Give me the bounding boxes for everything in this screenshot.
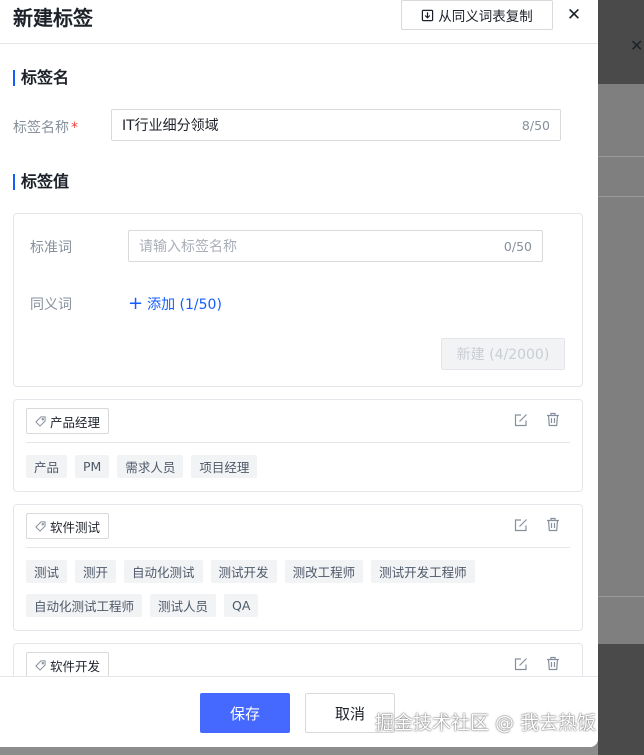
edit-icon[interactable]	[514, 413, 528, 427]
synonym-chip: 测改工程师	[284, 560, 364, 583]
background-divider	[598, 596, 644, 597]
required-mark: *	[71, 120, 78, 136]
tag-name-value: IT行业细分领域	[122, 118, 219, 134]
card-divider	[26, 547, 570, 548]
plus-icon: +	[128, 293, 144, 314]
synonym-chip: 测试开发工程师	[371, 560, 475, 583]
tag-icon	[35, 520, 46, 532]
copy-from-synonyms-button[interactable]: 从同义词表复制	[401, 0, 553, 30]
card-header: 产品经理	[14, 400, 582, 443]
card-divider	[26, 442, 570, 443]
new-tag-drawer: 新建标签 从同义词表复制 ✕ 标签名 标签名称 * IT行业细分领域 8/50 标…	[0, 0, 598, 747]
tag-value-name: 软件开发	[26, 652, 110, 678]
background-divider	[598, 156, 644, 157]
tag-value-name: 产品经理	[26, 408, 110, 434]
synonym-chip: 需求人员	[117, 455, 184, 478]
standard-word-label: 标准词	[30, 240, 72, 256]
drawer-header: 新建标签 从同义词表复制 ✕	[0, 0, 598, 44]
synonym-chip: 测开	[75, 560, 117, 583]
synonym-chip: 测试	[26, 560, 68, 583]
background-panel-content	[598, 84, 644, 644]
close-icon[interactable]: ✕	[566, 5, 582, 25]
tag-value-section-title: 标签值	[13, 174, 69, 190]
background-close-icon: ✕	[630, 36, 644, 55]
card-header: 软件测试	[14, 505, 582, 548]
synonym-chip: PM	[75, 455, 110, 478]
tag-name-section-title: 标签名	[13, 70, 69, 86]
add-synonym-button[interactable]: + 添加 (1/50)	[128, 294, 222, 314]
synonym-chip-list: 产品 PM 需求人员 项目经理	[26, 455, 522, 478]
edit-icon[interactable]	[514, 518, 528, 532]
standard-word-placeholder: 请输入标签名称	[139, 239, 237, 255]
new-tag-value-button[interactable]: 新建 (4/2000)	[441, 338, 565, 370]
synonym-chip: 自动化测试	[124, 560, 203, 583]
trash-icon[interactable]	[546, 656, 560, 671]
edit-icon[interactable]	[514, 657, 528, 671]
drawer-title: 新建标签	[13, 6, 93, 30]
tag-name-field-label: 标签名称 *	[13, 120, 78, 136]
synonym-chip: 自动化测试工程师	[26, 594, 143, 617]
tag-value-name: 软件测试	[26, 513, 110, 539]
trash-icon[interactable]	[546, 517, 560, 532]
synonym-chip-list: 测试 测开 自动化测试 测试开发 测改工程师 测试开发工程师 自动化测试工程师 …	[26, 560, 502, 617]
tag-icon	[35, 659, 46, 671]
tag-value-card: 软件测试 测试 测开 自动化测试 测试开发 测改工程师 测试开发工程师 自动化测…	[13, 504, 583, 631]
background-divider	[598, 196, 644, 197]
watermark: 掘金技术社区 @ 我去热饭	[375, 712, 597, 734]
synonym-chip: 测试开发	[210, 560, 277, 583]
synonym-chip: 项目经理	[191, 455, 258, 478]
tag-name-input[interactable]: IT行业细分领域 8/50	[111, 109, 561, 141]
import-icon	[422, 9, 434, 21]
synonym-chip: 测试人员	[150, 594, 217, 617]
synonym-chip: QA	[224, 594, 259, 617]
tag-value-card: 产品经理 产品 PM 需求人员 项目经理	[13, 399, 583, 492]
synonym-chip: 产品	[26, 455, 68, 478]
copy-button-label: 从同义词表复制	[438, 9, 533, 25]
standard-word-input[interactable]: 请输入标签名称 0/50	[128, 230, 543, 262]
synonym-label: 同义词	[30, 297, 72, 313]
tag-icon	[35, 415, 46, 427]
save-button[interactable]: 保存	[200, 693, 290, 733]
trash-icon[interactable]	[546, 412, 560, 427]
standard-word-count: 0/50	[503, 238, 532, 254]
tag-name-count: 8/50	[521, 117, 550, 133]
add-synonym-label: 添加 (1/50)	[147, 297, 222, 313]
